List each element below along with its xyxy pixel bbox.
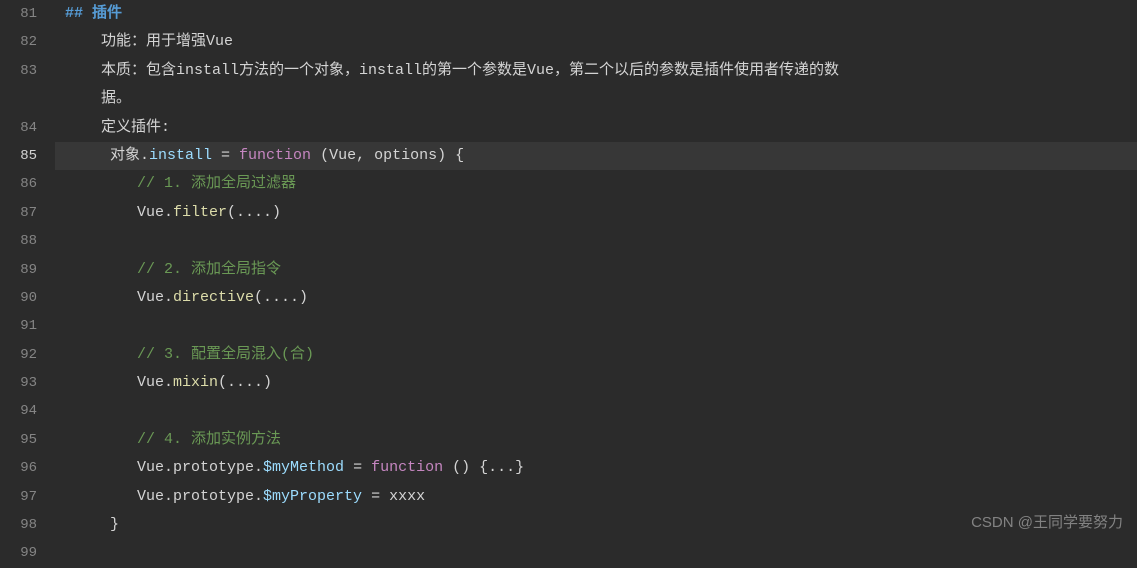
code-token: (....) (227, 204, 281, 221)
code-token (65, 346, 137, 363)
line-number: 90 (0, 284, 37, 312)
line-number: 84 (0, 114, 37, 142)
code-token: (Vue, options) { (311, 147, 464, 164)
line-number: 94 (0, 397, 37, 425)
code-token: Vue.prototype. (65, 459, 263, 476)
code-line[interactable]: Vue.prototype.$myProperty = xxxx (55, 483, 1137, 511)
code-token: directive (173, 289, 254, 306)
line-number: 87 (0, 199, 37, 227)
line-number: 83 (0, 57, 37, 114)
code-token: filter (173, 204, 227, 221)
code-token (65, 175, 137, 192)
line-number: 97 (0, 483, 37, 511)
code-token: 对象. (65, 147, 149, 164)
code-token: () {...} (443, 459, 524, 476)
code-line[interactable] (55, 312, 1137, 340)
line-number: 91 (0, 312, 37, 340)
code-line[interactable]: Vue.prototype.$myMethod = function () {.… (55, 454, 1137, 482)
line-number: 99 (0, 539, 37, 567)
code-token: 功能：用于增强Vue (65, 33, 233, 50)
code-line[interactable]: 定义插件: (55, 114, 1137, 142)
code-token: $myProperty (263, 488, 362, 505)
code-token (65, 431, 137, 448)
line-number: 89 (0, 256, 37, 284)
line-number: 93 (0, 369, 37, 397)
code-line[interactable]: 对象.install = function (Vue, options) { (55, 142, 1137, 170)
code-token: $myMethod (263, 459, 344, 476)
code-token: Vue.prototype. (65, 488, 263, 505)
line-number: 81 (0, 0, 37, 28)
code-line[interactable]: Vue.filter(....) (55, 199, 1137, 227)
line-number: 88 (0, 227, 37, 255)
code-line[interactable]: 功能：用于增强Vue (55, 28, 1137, 56)
code-line[interactable] (55, 397, 1137, 425)
code-line[interactable]: 本质：包含install方法的一个对象，install的第一个参数是Vue，第二… (55, 57, 1137, 114)
code-token (65, 261, 137, 278)
line-number: 82 (0, 28, 37, 56)
code-line[interactable]: // 2. 添加全局指令 (55, 256, 1137, 284)
code-editor[interactable]: 81828384858687888990919293949596979899 #… (0, 0, 1137, 540)
code-line[interactable]: Vue.directive(....) (55, 284, 1137, 312)
line-number: 92 (0, 341, 37, 369)
code-line[interactable]: Vue.mixin(....) (55, 369, 1137, 397)
code-token: } (65, 516, 119, 533)
line-number: 85 (0, 142, 37, 170)
line-number-gutter: 81828384858687888990919293949596979899 (0, 0, 55, 540)
code-token: // 3. 配置全局混入(合) (137, 346, 314, 363)
code-token: 定义插件: (65, 119, 170, 136)
code-line[interactable]: } (55, 511, 1137, 539)
code-line[interactable]: // 3. 配置全局混入(合) (55, 341, 1137, 369)
code-line[interactable]: // 4. 添加实例方法 (55, 426, 1137, 454)
code-token: install (149, 147, 212, 164)
code-token: 本质：包含install方法的一个对象，install的第一个参数是Vue，第二… (65, 62, 839, 107)
code-token: // 4. 添加实例方法 (137, 431, 281, 448)
code-token: (....) (218, 374, 272, 391)
code-area[interactable]: ## 插件 功能：用于增强Vue 本质：包含install方法的一个对象，ins… (55, 0, 1137, 540)
code-token: function (371, 459, 443, 476)
code-token: // 2. 添加全局指令 (137, 261, 281, 278)
line-number: 86 (0, 170, 37, 198)
line-number: 96 (0, 454, 37, 482)
code-token: function (239, 147, 311, 164)
code-token: // 1. 添加全局过滤器 (137, 175, 296, 192)
code-line[interactable] (55, 227, 1137, 255)
code-line[interactable]: // 1. 添加全局过滤器 (55, 170, 1137, 198)
code-token: = (212, 147, 239, 164)
line-number: 95 (0, 426, 37, 454)
code-token: Vue. (65, 289, 173, 306)
code-token: Vue. (65, 204, 173, 221)
line-number: 98 (0, 511, 37, 539)
code-token: ## 插件 (65, 5, 122, 22)
code-token: mixin (173, 374, 218, 391)
code-token: Vue. (65, 374, 173, 391)
code-token: = xxxx (362, 488, 425, 505)
code-token: = (344, 459, 371, 476)
code-token: (....) (254, 289, 308, 306)
code-line[interactable]: ## 插件 (55, 0, 1137, 28)
